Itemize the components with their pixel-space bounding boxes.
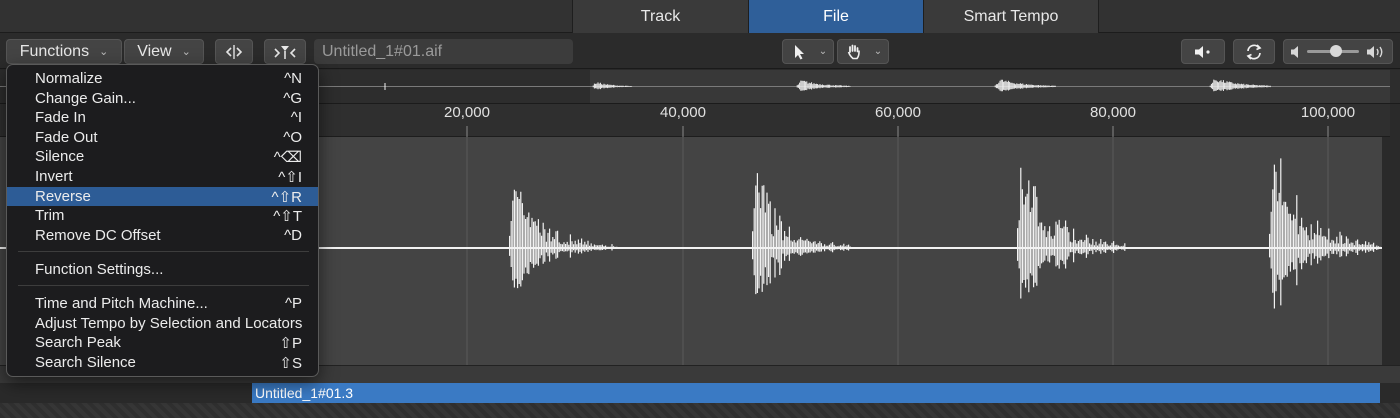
tab-file-label: File xyxy=(823,7,849,25)
menu-item-shortcut: ^N xyxy=(284,70,302,87)
menu-separator xyxy=(18,285,309,286)
menu-item-search-peak[interactable]: Search Peak ⇧P xyxy=(7,333,318,353)
menu-item-shortcut: ^⇧T xyxy=(273,208,302,226)
functions-menu: Normalize ^N Change Gain... ^G Fade In ^I F… xyxy=(6,64,319,377)
menu-item-change-gain[interactable]: Change Gain... ^G xyxy=(7,89,318,109)
menu-item-fade-out[interactable]: Fade Out ^O xyxy=(7,128,318,148)
menu-item-shortcut: ⇧P xyxy=(279,335,302,353)
menu-item-shortcut: ^I xyxy=(290,109,302,127)
menu-separator xyxy=(18,251,309,252)
speaker-icon xyxy=(1195,45,1210,58)
menu-item-label: Invert xyxy=(35,168,73,185)
volume-high-icon xyxy=(1366,44,1388,65)
hand-tool-menu[interactable]: ⌄ xyxy=(837,39,889,64)
menu-item-adjust-tempo[interactable]: Adjust Tempo by Selection and Locators xyxy=(7,314,318,334)
menu-item-shortcut: ^⇧R xyxy=(271,188,302,206)
menu-item-function-settings[interactable]: Function Settings... xyxy=(7,260,318,280)
bottom-strip xyxy=(0,403,1400,418)
menu-item-shortcut: ^G xyxy=(283,89,302,107)
menu-item-shortcut: ^P xyxy=(284,295,302,312)
split-arrows-icon xyxy=(225,44,243,59)
chevron-down-icon: ⌄ xyxy=(99,46,109,58)
pointer-tool-menu[interactable]: ⌄ xyxy=(782,39,834,64)
region-name-field[interactable]: Untitled_1#01.aif xyxy=(314,39,573,64)
menu-item-label: Search Silence xyxy=(35,353,136,371)
menu-item-shortcut: ^D xyxy=(284,226,302,244)
menu-item-label: Trim xyxy=(35,207,65,225)
menu-item-shortcut: ^⇧I xyxy=(278,169,302,186)
menu-item-label: Reverse xyxy=(35,187,91,205)
menu-item-label: Remove DC Offset xyxy=(35,226,161,244)
menu-item-reverse[interactable]: Reverse ^⇧R xyxy=(7,186,318,207)
tab-smart-tempo[interactable]: Smart Tempo xyxy=(923,0,1099,33)
menu-item-search-silence[interactable]: Search Silence ⇧S xyxy=(7,353,318,373)
volume-slider-knob[interactable] xyxy=(1329,45,1342,57)
snap-filter-button[interactable] xyxy=(264,39,306,64)
menu-item-time-and-pitch-machine[interactable]: Time and Pitch Machine... ^P xyxy=(7,294,318,314)
split-button[interactable] xyxy=(215,39,253,64)
menu-item-remove-dc-offset[interactable]: Remove DC Offset ^D xyxy=(7,226,318,246)
functions-menu-button[interactable]: Functions ⌄ xyxy=(6,39,122,64)
menu-item-trim[interactable]: Trim ^⇧T xyxy=(7,206,318,226)
menu-item-label: Fade Out xyxy=(35,128,98,146)
tab-file[interactable]: File xyxy=(748,0,923,33)
vertical-scrollbar[interactable] xyxy=(1382,137,1400,365)
menu-item-normalize[interactable]: Normalize ^N xyxy=(7,69,318,89)
tab-track[interactable]: Track xyxy=(572,0,748,33)
snap-filter-icon xyxy=(274,45,296,59)
menu-item-label: Normalize xyxy=(35,70,103,87)
functions-label: Functions xyxy=(19,42,90,60)
chevron-down-icon: ⌄ xyxy=(873,46,883,57)
menu-item-label: Adjust Tempo by Selection and Locators xyxy=(35,314,303,332)
cycle-icon xyxy=(1246,43,1262,60)
pointer-tool-icon xyxy=(783,44,815,60)
tab-track-label: Track xyxy=(640,7,681,25)
menu-item-fade-in[interactable]: Fade In ^I xyxy=(7,108,318,128)
tab-bar: Track File Smart Tempo xyxy=(0,0,1400,33)
audio-region-name: Untitled_1#01.3 xyxy=(255,385,354,401)
menu-item-label: Search Peak xyxy=(35,334,121,352)
menu-item-label: Change Gain... xyxy=(35,89,136,107)
region-name-text: Untitled_1#01.aif xyxy=(322,43,443,60)
speaker-button[interactable] xyxy=(1181,39,1225,64)
chevron-down-icon: ⌄ xyxy=(818,46,828,57)
menu-item-label: Fade In xyxy=(35,109,86,127)
menu-item-shortcut: ^O xyxy=(283,128,302,146)
tab-smart-tempo-label: Smart Tempo xyxy=(963,7,1059,25)
audio-region[interactable]: Untitled_1#01.3 xyxy=(252,383,1380,403)
menu-item-label: Function Settings... xyxy=(35,261,164,278)
menu-item-invert[interactable]: Invert ^⇧I xyxy=(7,167,318,187)
volume-low-icon xyxy=(1290,45,1302,64)
view-label: View xyxy=(137,42,172,60)
menu-item-label: Silence xyxy=(35,148,85,166)
view-menu-button[interactable]: View ⌄ xyxy=(124,39,204,64)
cycle-button[interactable] xyxy=(1233,39,1275,64)
menu-item-shortcut: ^⌫ xyxy=(273,149,302,167)
chevron-down-icon: ⌄ xyxy=(181,46,191,58)
menu-item-silence[interactable]: Silence ^⌫ xyxy=(7,147,318,167)
menu-item-shortcut: ⇧S xyxy=(279,354,302,372)
hand-tool-icon xyxy=(838,43,870,60)
menu-item-label: Time and Pitch Machine... xyxy=(35,295,208,312)
